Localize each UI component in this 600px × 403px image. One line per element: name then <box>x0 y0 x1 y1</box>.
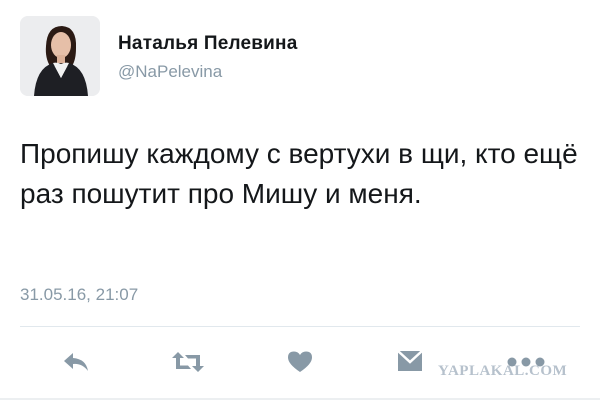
avatar[interactable] <box>20 16 100 96</box>
tweet-text: Пропишу каждому с вертухи в щи, кто ещё … <box>20 138 578 209</box>
avatar-photo <box>20 16 100 96</box>
watermark: YAPLAKAL.COM <box>438 363 568 379</box>
like-icon <box>288 351 312 372</box>
author-name[interactable]: Наталья Пелевина <box>118 33 298 55</box>
divider <box>20 326 580 327</box>
reply-icon <box>64 353 88 371</box>
message-icon <box>397 350 423 371</box>
author-handle[interactable]: @NaPelevina <box>118 62 222 82</box>
like-button[interactable] <box>278 340 322 384</box>
bottom-divider <box>0 398 600 400</box>
retweet-button[interactable] <box>166 340 210 384</box>
message-button[interactable] <box>389 340 433 384</box>
tweet-timestamp[interactable]: 31.05.16, 21:07 <box>20 285 138 305</box>
tweet-header: Наталья Пелевина @NaPelevina <box>20 16 580 100</box>
retweet-icon <box>172 352 204 372</box>
reply-button[interactable] <box>54 340 98 384</box>
